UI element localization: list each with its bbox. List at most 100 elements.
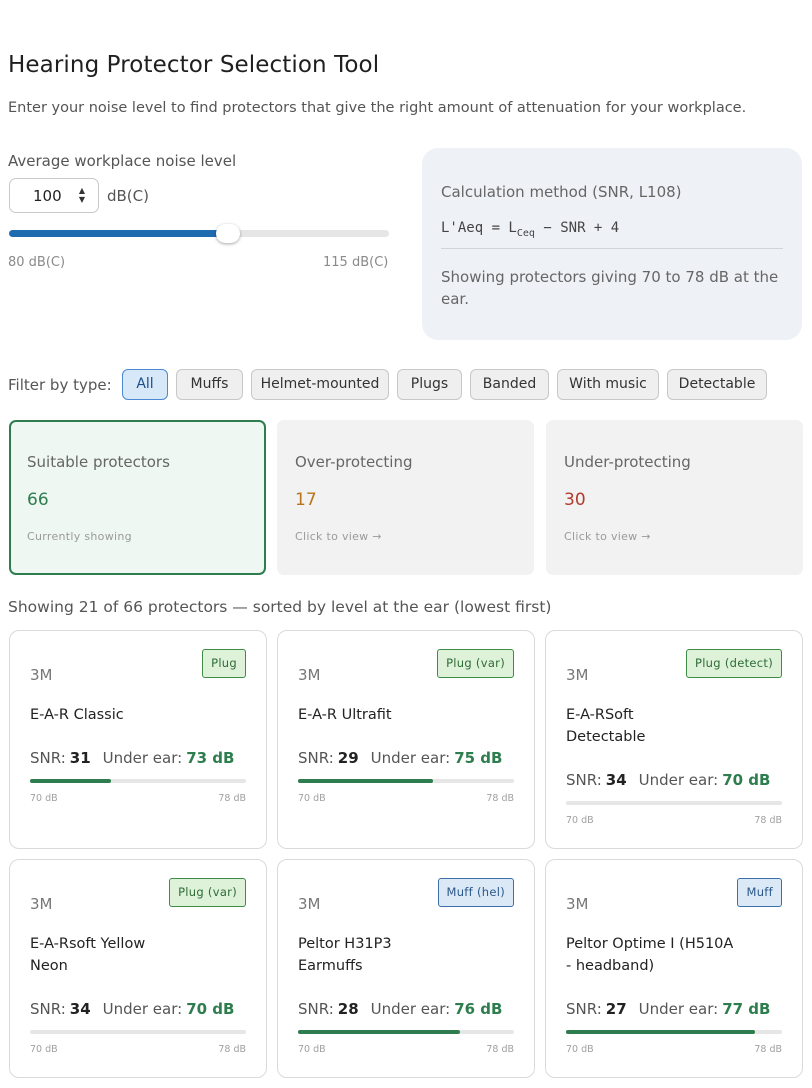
filter-chip-banded[interactable]: Banded: [470, 369, 549, 400]
under-ear-value: 77 dB: [722, 1000, 771, 1018]
stat-title: Under-protecting: [564, 453, 691, 471]
protector-brand: 3M: [30, 666, 53, 684]
under-ear-value: 73 dB: [186, 749, 235, 767]
protector-brand: 3M: [30, 895, 53, 913]
range-high-label: 78 dB: [486, 1044, 514, 1055]
protector-name: Peltor Optime I (H510A - headband): [566, 936, 734, 974]
slider-max-label: 115 dB(C): [323, 255, 389, 270]
stat-hint: Click to view →: [295, 530, 382, 543]
level-bar-fill: [298, 1030, 460, 1034]
filter-chip-muffs[interactable]: Muffs: [176, 369, 243, 400]
protector-brand: 3M: [566, 895, 589, 913]
level-bar: [30, 779, 246, 783]
under-ear-label: Under ear:: [102, 749, 183, 767]
snr-label: SNR:: [298, 749, 334, 767]
protector-metrics: SNR: 27 Under ear: 77 dB: [566, 1000, 770, 1018]
snr-label: SNR:: [566, 771, 602, 789]
snr-label: SNR:: [566, 1000, 602, 1018]
level-bar-fill: [30, 779, 111, 783]
protector-metrics: SNR: 34 Under ear: 70 dB: [30, 1000, 234, 1018]
stat-count: 66: [27, 490, 49, 510]
filter-chip-plugs[interactable]: Plugs: [397, 369, 462, 400]
under-ear-label: Under ear:: [638, 771, 719, 789]
under-ear-label: Under ear:: [370, 1000, 451, 1018]
protector-name: E-A-R Ultrafit: [298, 707, 392, 723]
level-bar: [298, 779, 514, 783]
filter-chip-helmet-mounted[interactable]: Helmet-mounted: [251, 369, 389, 400]
page-subtitle: Enter your noise level to find protector…: [8, 100, 747, 116]
protector-type-badge: Muff (hel): [437, 878, 514, 907]
protector-name: E-A-Rsoft Yellow Neon: [30, 936, 146, 974]
calculation-divider: [441, 248, 783, 249]
level-bar: [298, 1030, 514, 1034]
stat-hint: Click to view →: [564, 530, 651, 543]
protector-brand: 3M: [566, 666, 589, 684]
range-low-label: 70 dB: [30, 1044, 58, 1055]
under-ear-label: Under ear:: [370, 749, 451, 767]
under-ear-value: 70 dB: [722, 771, 771, 789]
noise-slider-track[interactable]: [9, 230, 389, 237]
protector-brand: 3M: [298, 666, 321, 684]
protector-type-badge: Muff: [737, 878, 782, 907]
protector-card[interactable]: 3M Plug (detect) E-A-RSoft Detectable SN…: [545, 630, 803, 849]
stat-title: Suitable protectors: [27, 453, 170, 471]
calculation-note: Showing protectors giving 70 to 78 dB at…: [441, 268, 779, 308]
range-high-label: 78 dB: [754, 1044, 782, 1055]
level-bar-fill: [566, 1030, 755, 1034]
protector-type-badge: Plug (detect): [685, 649, 782, 678]
protector-card[interactable]: 3M Plug (var) E-A-Rsoft Yellow Neon SNR:…: [9, 859, 267, 1078]
protector-card[interactable]: 3M Muff Peltor Optime I (H510A - headban…: [545, 859, 803, 1078]
snr-value: 28: [337, 1000, 359, 1018]
filter-chip-with-music[interactable]: With music: [557, 369, 659, 400]
snr-label: SNR:: [30, 749, 66, 767]
noise-slider-thumb[interactable]: [216, 224, 241, 243]
snr-label: SNR:: [30, 1000, 66, 1018]
stat-hint: Currently showing: [27, 530, 132, 543]
stepper-icon[interactable]: ▲ ▼: [76, 186, 88, 206]
protector-metrics: SNR: 29 Under ear: 75 dB: [298, 749, 502, 767]
protector-type-badge: Plug: [202, 649, 246, 678]
calculation-title: Calculation method (SNR, L108): [441, 183, 682, 201]
filter-chip-all[interactable]: All: [122, 369, 168, 400]
snr-value: 31: [69, 749, 91, 767]
filter-label: Filter by type:: [8, 376, 112, 394]
stat-card-over-protecting[interactable]: Over-protecting 17 Click to view →: [277, 420, 534, 575]
range-low-label: 70 dB: [30, 793, 58, 804]
snr-value: 34: [605, 771, 627, 789]
under-ear-value: 76 dB: [454, 1000, 503, 1018]
range-high-label: 78 dB: [218, 1044, 246, 1055]
protector-card[interactable]: 3M Plug E-A-R Classic SNR: 31 Under ear: 73…: [9, 630, 267, 849]
calculation-panel: Calculation method (SNR, L108) L'Aeq = L…: [422, 148, 802, 340]
level-bar-fill: [298, 779, 433, 783]
protector-card[interactable]: 3M Muff (hel) Peltor H31P3 Earmuffs SNR:…: [277, 859, 535, 1078]
protector-metrics: SNR: 31 Under ear: 73 dB: [30, 749, 234, 767]
stat-card-suitable[interactable]: Suitable protectors 66 Currently showing: [9, 420, 266, 575]
under-ear-value: 75 dB: [454, 749, 503, 767]
under-ear-value: 70 dB: [186, 1000, 235, 1018]
slider-min-label: 80 dB(C): [8, 255, 66, 270]
level-bar: [566, 801, 782, 805]
snr-label: SNR:: [298, 1000, 334, 1018]
level-bar: [566, 1030, 782, 1034]
protector-type-badge: Plug (var): [169, 878, 246, 907]
results-summary: Showing 21 of 66 protectors — sorted by …: [8, 598, 552, 616]
range-low-label: 70 dB: [566, 1044, 594, 1055]
range-low-label: 70 dB: [566, 815, 594, 826]
noise-level-input[interactable]: 100 ▲ ▼: [9, 178, 99, 213]
range-high-label: 78 dB: [754, 815, 782, 826]
stat-card-under-protecting[interactable]: Under-protecting 30 Click to view →: [546, 420, 803, 575]
snr-value: 27: [605, 1000, 627, 1018]
page-title: Hearing Protector Selection Tool: [8, 52, 380, 78]
protector-name: Peltor H31P3 Earmuffs: [298, 936, 392, 974]
protector-card[interactable]: 3M Plug (var) E-A-R Ultrafit SNR: 29 Under…: [277, 630, 535, 849]
calculation-formula: L'Aeq = LCeq − SNR + 4: [441, 220, 620, 239]
under-ear-label: Under ear:: [638, 1000, 719, 1018]
stat-title: Over-protecting: [295, 453, 413, 471]
protector-brand: 3M: [298, 895, 321, 913]
snr-value: 34: [69, 1000, 91, 1018]
filter-chip-detectable[interactable]: Detectable: [667, 369, 767, 400]
range-low-label: 70 dB: [298, 793, 326, 804]
stat-count: 30: [564, 490, 586, 510]
protector-type-badge: Plug (var): [437, 649, 514, 678]
under-ear-label: Under ear:: [102, 1000, 183, 1018]
